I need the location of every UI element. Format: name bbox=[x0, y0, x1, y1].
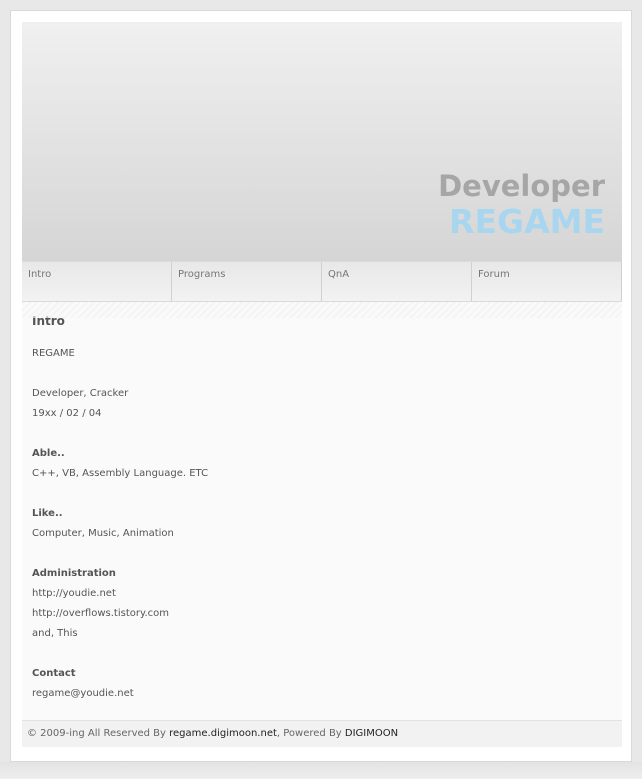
site-brand: Developer REGAME bbox=[438, 169, 605, 241]
admin-link-youdie[interactable]: http://youdie.net bbox=[32, 588, 612, 608]
main-content: Intro REGAME Developer, Cracker 19xx / 0… bbox=[22, 302, 622, 720]
profile-name: REGAME bbox=[32, 348, 75, 359]
main-nav: Intro Programs QnA Forum bbox=[22, 261, 622, 302]
profile-role: Developer, Cracker bbox=[32, 388, 129, 399]
nav-item-programs[interactable]: Programs bbox=[172, 262, 322, 301]
page-container: Developer REGAME Intro Programs QnA Foru… bbox=[22, 22, 622, 747]
site-header: Developer REGAME bbox=[22, 22, 622, 261]
able-text: C++, VB, Assembly Language. ETC bbox=[32, 468, 209, 479]
content-stripe bbox=[22, 302, 622, 318]
footer-copyright: © 2009-ing All Reserved By bbox=[27, 728, 170, 739]
admin-link-this: and, This bbox=[32, 628, 78, 639]
site-footer: © 2009-ing All Reserved By regame.digimo… bbox=[22, 720, 622, 747]
section-heading-administration: Administration bbox=[32, 568, 116, 579]
like-text: Computer, Music, Animation bbox=[32, 528, 174, 539]
admin-link-tistory[interactable]: http://overflows.tistory.com bbox=[32, 608, 612, 628]
profile-birthdate: 19xx / 02 / 04 bbox=[32, 408, 102, 419]
section-heading-like: Like.. bbox=[32, 508, 63, 519]
section-heading-contact: Contact bbox=[32, 668, 76, 679]
footer-powered-link[interactable]: DIGIMOON bbox=[345, 728, 398, 739]
section-heading-able: Able.. bbox=[32, 448, 65, 459]
footer-powered-text: , Powered By bbox=[276, 728, 345, 739]
nav-item-intro[interactable]: Intro bbox=[22, 262, 172, 301]
contact-email[interactable]: regame@youdie.net bbox=[32, 688, 612, 708]
nav-item-forum[interactable]: Forum bbox=[472, 262, 622, 301]
bottom-shade bbox=[0, 762, 642, 779]
page-title: Intro bbox=[32, 314, 65, 328]
brand-developer: Developer bbox=[438, 169, 605, 203]
nav-item-qna[interactable]: QnA bbox=[322, 262, 472, 301]
brand-regame: REGAME bbox=[449, 202, 605, 241]
footer-site-link[interactable]: regame.digimoon.net bbox=[169, 728, 277, 739]
